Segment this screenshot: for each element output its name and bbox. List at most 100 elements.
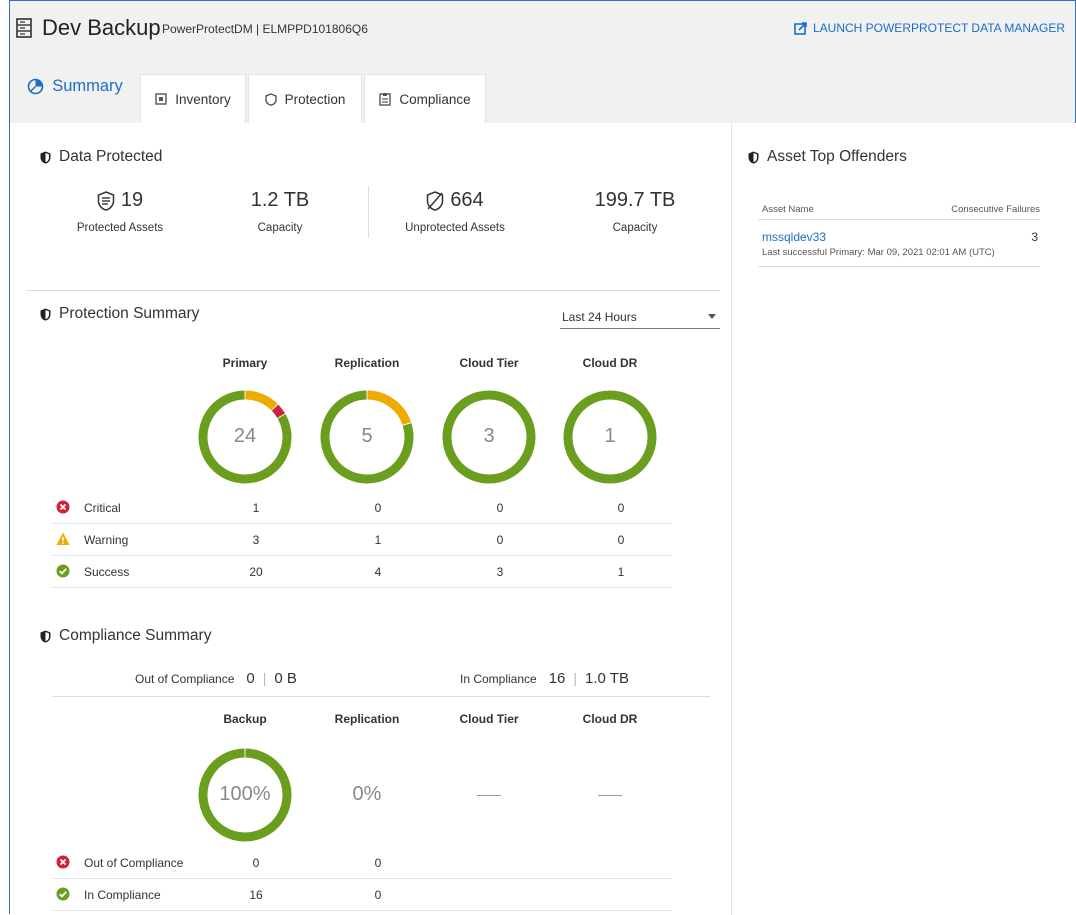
cell: 1 (374, 533, 382, 547)
offender-detail: Last successful Primary: Mar 09, 2021 02… (762, 247, 995, 258)
protected-shield-icon (97, 190, 115, 211)
chevron-down-icon (708, 314, 716, 319)
data-protected-title: Data Protected (40, 148, 162, 166)
in-label: In Compliance (460, 672, 537, 686)
shield-icon (40, 630, 51, 642)
system-subtitle: PowerProtectDM | ELMPPD101806Q6 (162, 22, 368, 36)
primary-total: 24 (233, 425, 257, 447)
cloud-tier-total: 3 (483, 425, 495, 447)
row-label: Warning (84, 533, 129, 547)
shield-icon (40, 308, 51, 320)
section-title: Data Protected (59, 148, 163, 165)
column-header-primary: Primary (222, 356, 268, 370)
cell: 3 (496, 565, 504, 579)
critical-segment (271, 404, 286, 419)
cell: 0 (374, 856, 382, 870)
unprotected-capacity: 199.7 TB (594, 189, 676, 211)
offenders-header-divider (758, 219, 1040, 220)
critical-icon (56, 500, 70, 514)
row-label: Success (84, 565, 130, 579)
column-header-cloud-dr: Cloud DR (582, 356, 638, 370)
unprotected-capacity-stat: 199.7 TB Capacity (575, 189, 695, 234)
tab-inventory[interactable]: Inventory (140, 74, 246, 123)
cloud-tier-empty (477, 795, 501, 796)
summary-panel: Data Protected 19 Protected Assets 1.2 T… (10, 123, 1076, 915)
page-header: Dev Backup PowerProtectDM | ELMPPD101806… (10, 1, 1075, 57)
col-asset-name: Asset Name (762, 204, 814, 215)
critical-icon (56, 855, 70, 869)
replication-percent: 0% (352, 783, 382, 805)
warning-segment (245, 390, 278, 411)
section-title: Asset Top Offenders (767, 148, 907, 165)
offender-failure-count: 3 (1031, 230, 1038, 244)
page-title: Dev Backup (42, 15, 161, 40)
top-offenders-title: Asset Top Offenders (748, 148, 907, 166)
tab-compliance[interactable]: Compliance (364, 74, 486, 123)
status-row-critical: Critical 1 0 0 0 (52, 492, 672, 524)
protected-capacity-stat: 1.2 TB Capacity (220, 189, 340, 234)
in-compliance-summary: In Compliance 16 | 1.0 TB (460, 670, 629, 687)
out-label: Out of Compliance (135, 672, 235, 686)
compliance-divider (52, 696, 710, 697)
cell: 0 (374, 888, 382, 902)
section-divider (26, 290, 720, 291)
tab-label: Inventory (175, 91, 231, 107)
protected-count: 19 (120, 189, 144, 211)
out-of-compliance-summary: Out of Compliance 0 | 0 B (135, 670, 297, 687)
unprotected-assets-stat: 664 Unprotected Assets (390, 189, 520, 234)
launch-button[interactable]: LAUNCH POWERPROTECT DATA MANAGER (794, 21, 1065, 35)
offender-asset-link[interactable]: mssqldev33 (762, 230, 826, 244)
warning-segment (367, 390, 412, 426)
offenders-row-divider (758, 266, 1040, 267)
protected-label: Protected Assets (76, 222, 164, 234)
unprotected-count: 664 (450, 189, 484, 211)
warning-icon (56, 532, 70, 545)
in-count: 16 (548, 670, 566, 687)
section-title: Compliance Summary (59, 627, 212, 644)
right-column: Asset Top Offenders Asset Name Consecuti… (731, 123, 1076, 915)
status-row-success: Success 20 4 3 1 (52, 556, 672, 588)
cell: 0 (252, 856, 260, 870)
separator: | (573, 670, 578, 686)
in-size: 1.0 TB (585, 670, 629, 687)
row-label: Out of Compliance (84, 856, 184, 870)
cell: 3 (252, 533, 260, 547)
separator: | (262, 670, 267, 686)
capacity-label: Capacity (257, 222, 303, 234)
backup-percent: 100% (219, 783, 271, 805)
pie-chart-icon (27, 78, 44, 94)
cell: 16 (249, 888, 263, 902)
capacity-label: Capacity (612, 222, 658, 234)
shield-icon (264, 92, 277, 106)
section-title: Protection Summary (59, 305, 200, 322)
cell: 0 (617, 501, 625, 515)
tab-label: Protection (284, 91, 346, 107)
external-link-icon (794, 21, 807, 35)
column-header-replication: Replication (334, 356, 400, 370)
unprotected-label: Unprotected Assets (405, 222, 505, 234)
time-range-value: Last 24 Hours (562, 310, 637, 324)
cell: 0 (496, 533, 504, 547)
tab-protection[interactable]: Protection (248, 74, 362, 123)
cell: 20 (249, 565, 263, 579)
out-count: 0 (246, 670, 255, 687)
replication-total: 5 (361, 425, 373, 447)
cloud-dr-empty (598, 795, 622, 796)
protected-capacity: 1.2 TB (250, 189, 310, 211)
server-icon (16, 18, 32, 38)
tab-summary[interactable]: Summary (20, 67, 130, 123)
column-header-cloud-tier: Cloud Tier (459, 712, 519, 726)
success-icon (56, 564, 70, 578)
column-header-replication: Replication (334, 712, 400, 726)
protection-summary-title: Protection Summary (40, 305, 199, 323)
inventory-icon (155, 93, 167, 105)
cell: 4 (374, 565, 382, 579)
time-range-select[interactable]: Last 24 Hours (560, 307, 720, 329)
compliance-row-out: Out of Compliance 0 0 (52, 847, 672, 879)
tab-label: Summary (52, 76, 123, 95)
compliance-row-in: In Compliance 16 0 (52, 879, 672, 911)
cell: 1 (252, 501, 260, 515)
row-label: Critical (84, 501, 121, 515)
success-icon (56, 887, 70, 901)
status-row-warning: Warning 3 1 0 0 (52, 524, 672, 556)
